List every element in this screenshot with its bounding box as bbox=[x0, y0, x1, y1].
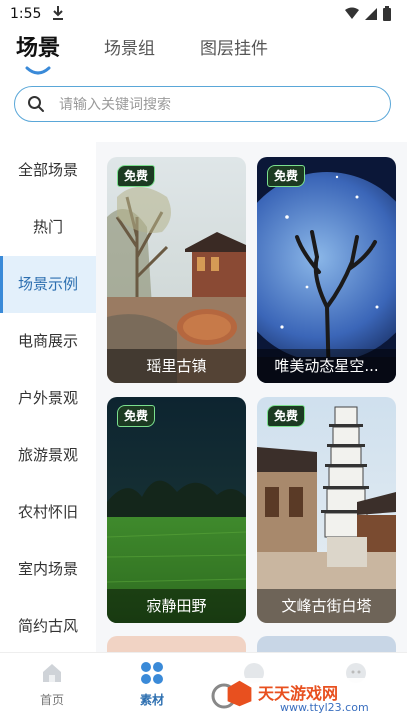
search-input[interactable] bbox=[57, 93, 381, 117]
download-icon bbox=[53, 6, 63, 20]
scene-card-title: 寂静田野 bbox=[107, 589, 246, 623]
free-badge: 免费 bbox=[267, 405, 306, 427]
free-badge: 免费 bbox=[117, 165, 156, 187]
scene-grid: 免费 瑶里古镇 免费 唯美动态星空... 免费 寂静田野 免费 文峰古街白塔 bbox=[96, 142, 407, 652]
search-icon bbox=[28, 96, 44, 112]
category-sidebar: 全部场景 热门 场景示例 电商展示 户外景观 旅游景观 农村怀旧 室内场景 简约… bbox=[0, 142, 96, 652]
scene-card-partial[interactable] bbox=[107, 636, 246, 652]
nav-material[interactable]: 素材 bbox=[102, 653, 202, 724]
material-grid-icon bbox=[141, 662, 163, 684]
scene-card[interactable]: 免费 唯美动态星空... bbox=[257, 157, 396, 383]
category-popular[interactable]: 热门 bbox=[0, 199, 96, 256]
scene-card-title: 瑶里古镇 bbox=[107, 349, 246, 383]
tab-layer-widget[interactable]: 图层挂件 bbox=[200, 34, 268, 59]
category-ecommerce[interactable]: 电商展示 bbox=[0, 313, 96, 370]
category-outdoor[interactable]: 户外景观 bbox=[0, 370, 96, 427]
free-badge: 免费 bbox=[267, 165, 306, 187]
scene-card[interactable]: 免费 文峰古街白塔 bbox=[257, 397, 396, 623]
nav-home[interactable]: 首页 bbox=[2, 653, 102, 724]
free-badge: 免费 bbox=[117, 405, 156, 427]
scene-card-title: 文峰古街白塔 bbox=[257, 589, 396, 623]
nav-material-label: 素材 bbox=[139, 693, 164, 707]
scene-card-partial[interactable] bbox=[257, 636, 396, 652]
category-rural-nostalgia[interactable]: 农村怀旧 bbox=[0, 484, 96, 541]
active-tab-indicator bbox=[25, 66, 51, 75]
tab-scene-group[interactable]: 场景组 bbox=[104, 34, 155, 59]
scene-card-title: 唯美动态星空... bbox=[257, 349, 396, 383]
signal-battery-icon bbox=[345, 6, 391, 21]
nav-home-label: 首页 bbox=[39, 693, 64, 707]
status-time: 1:55 bbox=[10, 6, 42, 22]
scene-card[interactable]: 免费 瑶里古镇 bbox=[107, 157, 246, 383]
home-icon bbox=[43, 664, 61, 682]
tab-scene[interactable]: 场景 bbox=[16, 30, 60, 62]
category-all-scenes[interactable]: 全部场景 bbox=[0, 142, 96, 199]
scene-card[interactable]: 免费 寂静田野 bbox=[107, 397, 246, 623]
category-simple-ancient[interactable]: 简约古风 bbox=[0, 598, 96, 655]
top-tab-bar: 场景 场景组 图层挂件 bbox=[0, 28, 407, 80]
search-bar[interactable] bbox=[14, 86, 391, 122]
watermark-url: www.ttyl23.com bbox=[280, 701, 369, 714]
status-bar: 1:55 bbox=[0, 0, 407, 28]
category-indoor[interactable]: 室内场景 bbox=[0, 541, 96, 598]
category-scene-examples[interactable]: 场景示例 bbox=[0, 256, 96, 313]
category-travel[interactable]: 旅游景观 bbox=[0, 427, 96, 484]
